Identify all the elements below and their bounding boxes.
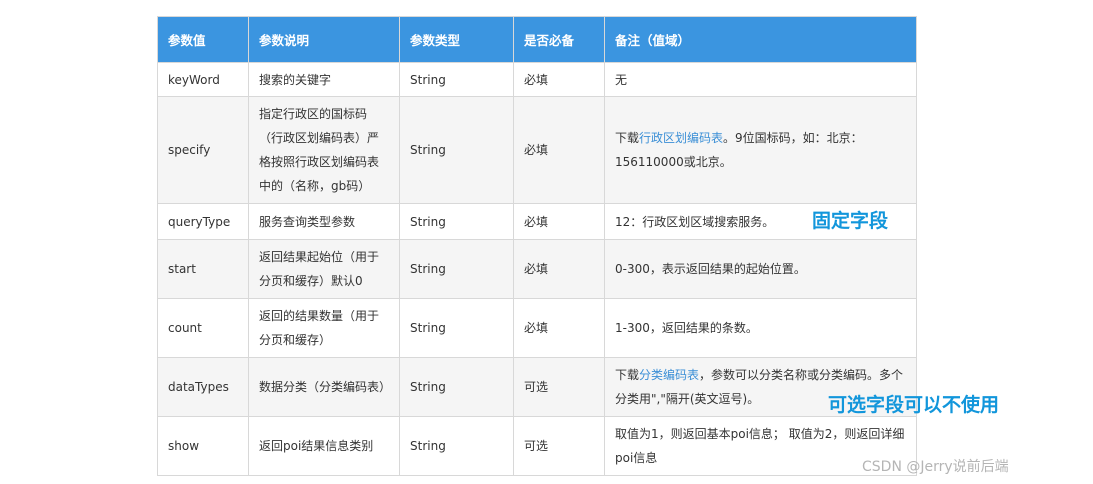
cell-name: dataTypes bbox=[157, 357, 249, 417]
table-row: keyWord 搜索的关键字 String 必填 无 bbox=[157, 62, 917, 97]
cell-name: specify bbox=[157, 96, 249, 204]
parameter-table: 参数值 参数说明 参数类型 是否必备 备注（值域） keyWord 搜索的关键字… bbox=[157, 16, 917, 476]
cell-desc: 服务查询类型参数 bbox=[248, 203, 400, 240]
cell-required: 必填 bbox=[513, 62, 605, 97]
header-note: 备注（值域） bbox=[604, 16, 917, 63]
note-prefix: 下载 bbox=[615, 368, 640, 382]
optional-fields-annotation: 可选字段可以不使用 bbox=[828, 394, 1000, 416]
watermark: CSDN @Jerry说前后端 bbox=[862, 459, 1009, 475]
cell-required: 可选 bbox=[513, 357, 605, 417]
cell-desc: 数据分类（分类编码表） bbox=[248, 357, 400, 417]
header-param-type: 参数类型 bbox=[399, 16, 514, 63]
cell-type: String bbox=[399, 357, 514, 417]
cell-type: String bbox=[399, 203, 514, 240]
note-prefix: 下载 bbox=[615, 131, 640, 145]
cell-required: 必填 bbox=[513, 96, 605, 204]
cell-name: show bbox=[157, 416, 249, 476]
table-row: show 返回poi结果信息类别 String 可选 取值为1，则返回基本poi… bbox=[157, 416, 917, 476]
cell-desc: 返回结果起始位（用于分页和缓存）默认0 bbox=[248, 239, 400, 299]
cell-required: 必填 bbox=[513, 239, 605, 299]
cell-required: 必填 bbox=[513, 298, 605, 358]
cell-required: 必填 bbox=[513, 203, 605, 240]
table-header-row: 参数值 参数说明 参数类型 是否必备 备注（值域） bbox=[157, 16, 917, 63]
category-code-link[interactable]: 分类编码表 bbox=[639, 368, 699, 382]
cell-desc: 指定行政区的国标码（行政区划编码表）严格按照行政区划编码表中的（名称，gb码） bbox=[248, 96, 400, 204]
table-row: count 返回的结果数量（用于分页和缓存） String 必填 1-300，返… bbox=[157, 298, 917, 358]
header-param-desc: 参数说明 bbox=[248, 16, 400, 63]
header-param-value: 参数值 bbox=[157, 16, 249, 63]
table-row: specify 指定行政区的国标码（行政区划编码表）严格按照行政区划编码表中的（… bbox=[157, 96, 917, 204]
district-code-link[interactable]: 行政区划编码表 bbox=[639, 131, 723, 145]
cell-type: String bbox=[399, 416, 514, 476]
cell-note: 0-300，表示返回结果的起始位置。 bbox=[604, 239, 917, 299]
table-row: queryType 服务查询类型参数 String 必填 12：行政区划区域搜索… bbox=[157, 203, 917, 240]
cell-name: keyWord bbox=[157, 62, 249, 97]
cell-note: 无 bbox=[604, 62, 917, 97]
cell-name: start bbox=[157, 239, 249, 299]
cell-note: 下载行政区划编码表。9位国标码，如：北京：156110000或北京。 bbox=[604, 96, 917, 204]
cell-type: String bbox=[399, 298, 514, 358]
cell-type: String bbox=[399, 96, 514, 204]
fixed-fields-annotation: 固定字段 bbox=[812, 210, 889, 232]
header-required: 是否必备 bbox=[513, 16, 605, 63]
cell-type: String bbox=[399, 62, 514, 97]
cell-note: 1-300，返回结果的条数。 bbox=[604, 298, 917, 358]
cell-type: String bbox=[399, 239, 514, 299]
cell-required: 可选 bbox=[513, 416, 605, 476]
table-row: dataTypes 数据分类（分类编码表） String 可选 下载分类编码表，… bbox=[157, 357, 917, 417]
cell-desc: 返回的结果数量（用于分页和缓存） bbox=[248, 298, 400, 358]
cell-name: queryType bbox=[157, 203, 249, 240]
cell-desc: 返回poi结果信息类别 bbox=[248, 416, 400, 476]
cell-name: count bbox=[157, 298, 249, 358]
table-row: start 返回结果起始位（用于分页和缓存）默认0 String 必填 0-30… bbox=[157, 239, 917, 299]
cell-desc: 搜索的关键字 bbox=[248, 62, 400, 97]
